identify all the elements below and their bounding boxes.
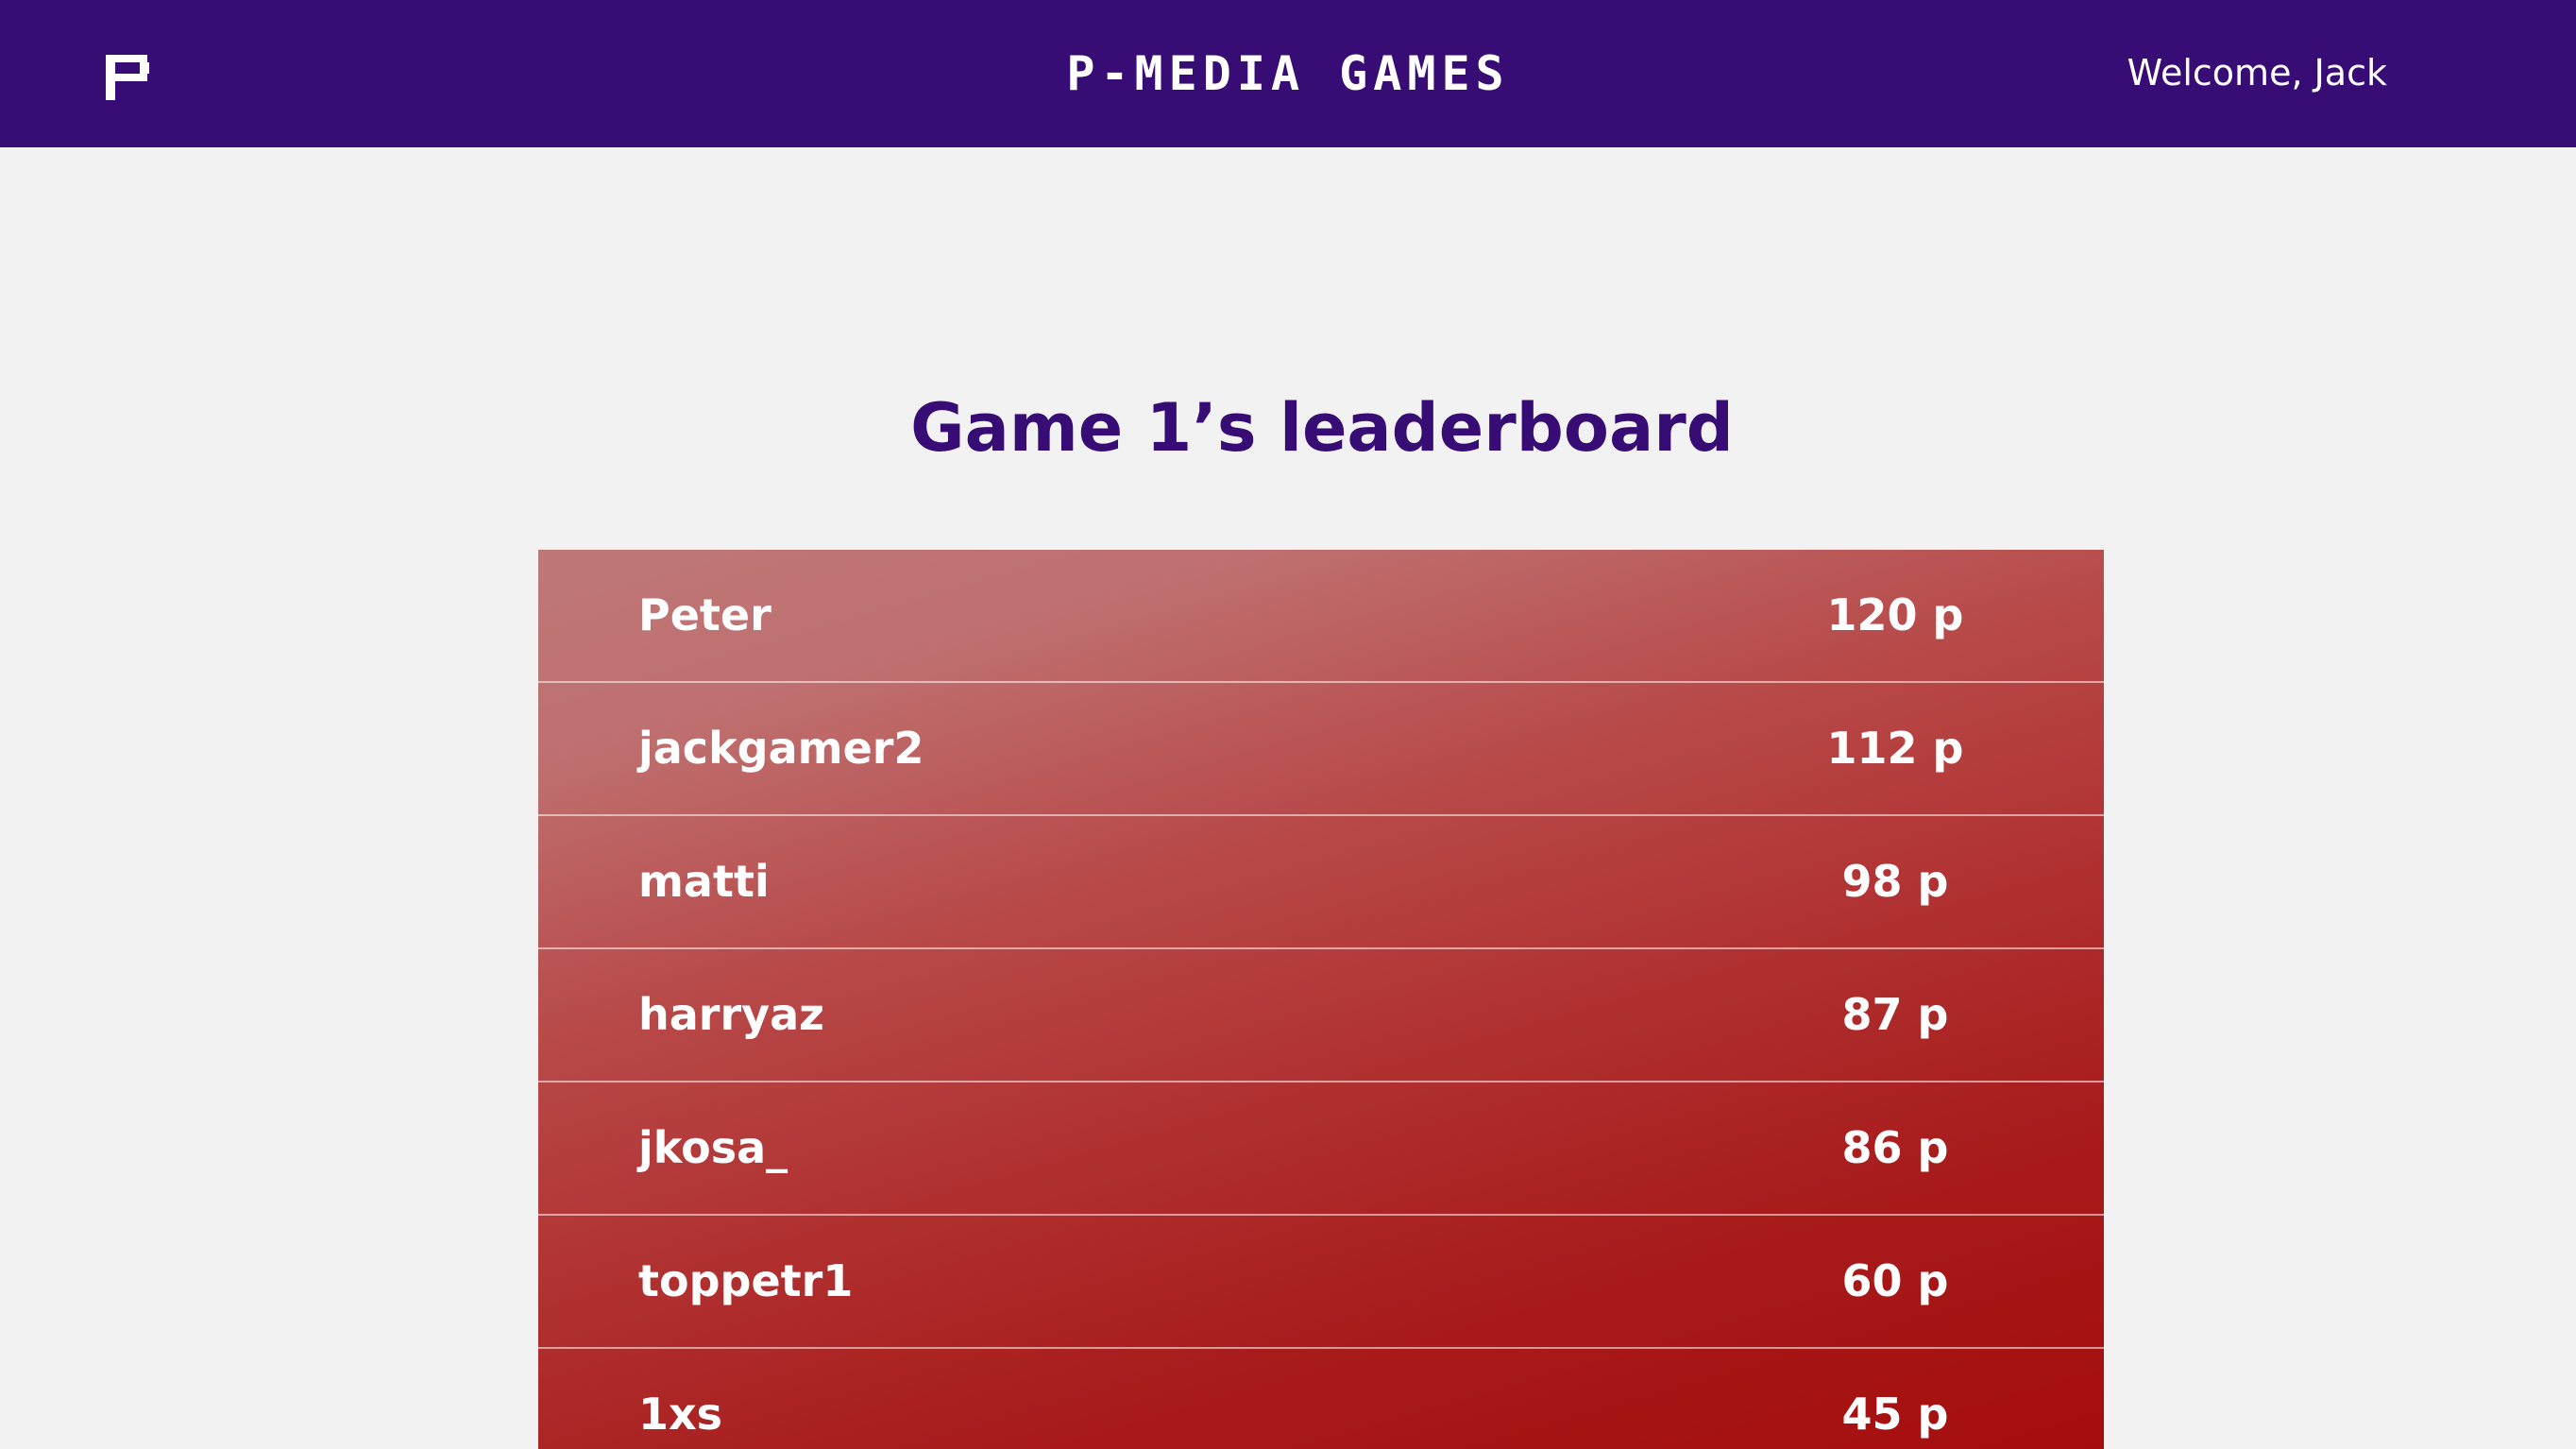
player-name: jackgamer2 bbox=[638, 723, 924, 774]
player-name: harryaz bbox=[638, 989, 824, 1040]
player-name: toppetr1 bbox=[638, 1255, 854, 1306]
leaderboard-row: matti 98 p bbox=[538, 816, 2104, 949]
leaderboard-row: jackgamer2 112 p bbox=[538, 683, 2104, 816]
player-score: 112 p bbox=[1826, 723, 1964, 774]
player-name: 1xs bbox=[638, 1389, 723, 1440]
leaderboard-row: harryaz 87 p bbox=[538, 949, 2104, 1082]
player-name: jkosa_ bbox=[638, 1122, 788, 1173]
page-title: Game 1’s leaderboard bbox=[910, 389, 1734, 467]
player-score: 45 p bbox=[1841, 1389, 1949, 1440]
leaderboard-row: Peter 120 p bbox=[538, 550, 2104, 683]
player-name: matti bbox=[638, 856, 770, 907]
player-score: 60 p bbox=[1841, 1255, 1949, 1306]
leaderboard-row: toppetr1 60 p bbox=[538, 1216, 2104, 1349]
player-name: Peter bbox=[638, 589, 771, 640]
player-score: 98 p bbox=[1841, 856, 1949, 907]
leaderboard-row: jkosa_ 86 p bbox=[538, 1082, 2104, 1216]
leaderboard-table: Peter 120 p jackgamer2 112 p matti 98 p … bbox=[538, 550, 2104, 1449]
leaderboard-row: 1xs 45 p bbox=[538, 1349, 2104, 1449]
welcome-message: Welcome, Jack bbox=[2127, 52, 2387, 94]
player-score: 87 p bbox=[1841, 989, 1949, 1040]
player-score: 86 p bbox=[1841, 1122, 1949, 1173]
player-score: 120 p bbox=[1826, 589, 1964, 640]
top-bar: P-MEDIA GAMES Welcome, Jack bbox=[0, 0, 2576, 147]
